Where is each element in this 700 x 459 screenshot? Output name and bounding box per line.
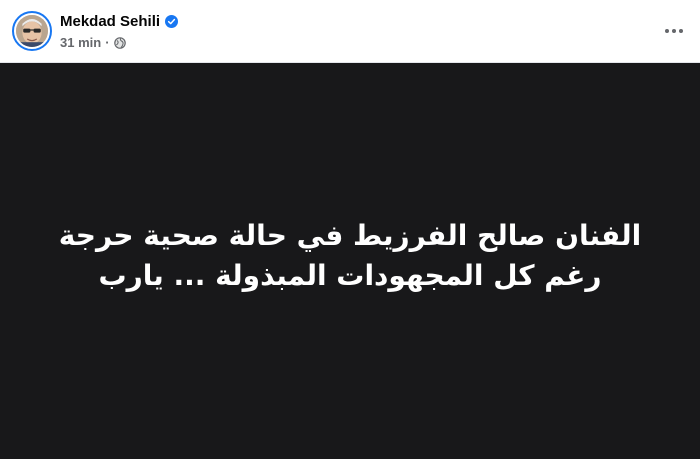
globe-icon[interactable] (113, 36, 126, 49)
post-meta: Mekdad Sehili 31 min · (60, 12, 179, 51)
avatar-photo (16, 15, 48, 47)
post-subline: 31 min · (60, 35, 178, 51)
facebook-post: Mekdad Sehili 31 min · الفنان صالح الفرز… (0, 0, 700, 459)
post-timestamp[interactable]: 31 min (60, 35, 101, 50)
post-text: الفنان صالح الفرزيط في حالة صحية حرجة رغ… (59, 216, 641, 296)
post-text-line: الفنان صالح الفرزيط في حالة صحية حرجة (58, 219, 642, 252)
separator-dot: · (105, 35, 110, 50)
author-name[interactable]: Mekdad Sehili (60, 12, 160, 31)
post-header: Mekdad Sehili 31 min · (0, 0, 700, 63)
avatar-portrait-icon (16, 15, 48, 47)
more-options-button[interactable] (662, 19, 686, 43)
post-background: الفنان صالح الفرزيط في حالة صحية حرجة رغ… (0, 63, 700, 459)
more-horizontal-icon (665, 29, 683, 33)
post-text-line: رغم كل المجهودات المبذولة ... يارب (98, 259, 602, 292)
avatar[interactable] (12, 11, 52, 51)
author-row: Mekdad Sehili (60, 12, 179, 31)
verified-badge-icon (165, 14, 179, 28)
